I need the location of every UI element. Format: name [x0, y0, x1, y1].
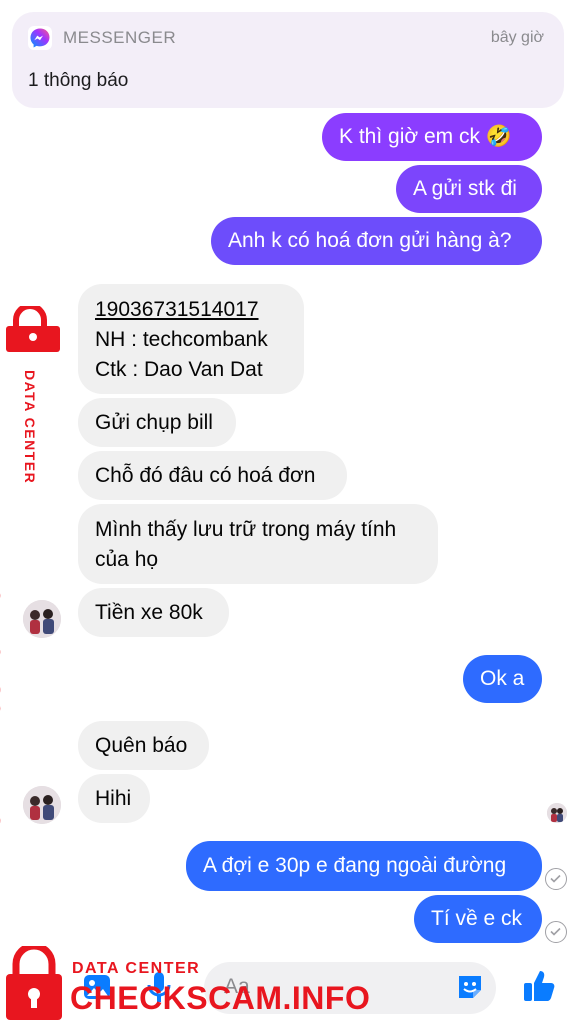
message-bubble-incoming[interactable]: Tiền xe 80k — [78, 588, 229, 637]
message-bubble-outgoing[interactable]: A gửi stk đi — [396, 165, 542, 213]
sent-check-icon — [545, 868, 567, 890]
notification-banner[interactable]: MESSENGER bây giờ 1 thông báo — [12, 12, 564, 108]
bank-account-number[interactable]: 19036731514017 — [95, 295, 287, 325]
message-bubble-outgoing[interactable]: A đợi e 30p e đang ngoài đường — [186, 841, 542, 891]
contact-avatar[interactable] — [23, 786, 61, 824]
sticker-icon[interactable] — [455, 972, 485, 1002]
padlock-icon — [6, 303, 60, 352]
message-bubble-incoming[interactable]: Mình thấy lưu trữ trong máy tính của họ — [78, 504, 438, 584]
thumbs-up-icon[interactable] — [522, 968, 556, 1004]
message-bubble-outgoing[interactable]: Tí về e ck — [414, 895, 542, 943]
message-bubble-incoming[interactable]: Hihi — [78, 774, 150, 823]
watermark-vertical: CHECKSCAM.INFO DATA CENTER — [0, 303, 64, 831]
message-bubble-outgoing[interactable]: Anh k có hoá đơn gửi hàng à? — [211, 217, 542, 265]
watermark-label: DATA CENTER — [72, 960, 201, 977]
messenger-logo-icon — [28, 26, 52, 50]
sent-check-icon — [545, 921, 567, 943]
contact-avatar[interactable] — [23, 600, 61, 638]
message-bubble-incoming[interactable]: Chỗ đó đâu có hoá đơn — [78, 451, 347, 500]
message-line: Ctk : Dao Van Dat — [95, 358, 263, 381]
message-line: của họ — [95, 548, 159, 571]
read-receipt-avatar-icon — [547, 803, 567, 823]
watermark-label-vertical: DATA CENTER — [22, 370, 38, 485]
padlock-icon — [6, 946, 62, 1020]
message-bubble-incoming[interactable]: 19036731514017 NH : techcombank Ctk : Da… — [78, 284, 304, 394]
watermark-brand-vertical: CHECKSCAM.INFO — [0, 586, 6, 832]
message-bubble-outgoing[interactable]: Ok a — [463, 655, 542, 703]
watermark-brand: CHECKSCAM.INFO — [70, 980, 371, 1016]
notification-time: bây giờ — [490, 29, 544, 46]
message-bubble-incoming[interactable]: Quên báo — [78, 721, 209, 770]
notification-body: 1 thông báo — [28, 70, 129, 91]
notification-app-name: MESSENGER — [63, 28, 177, 47]
message-bubble-outgoing[interactable]: K thì giờ em ck 🤣 — [322, 113, 542, 161]
message-line: NH : techcombank — [95, 328, 268, 351]
message-line: Mình thấy lưu trữ trong máy tính — [95, 518, 397, 541]
message-bubble-incoming[interactable]: Gửi chụp bill — [78, 398, 236, 447]
watermark-bottom: DATA CENTER CHECKSCAM.INFO — [0, 942, 370, 1024]
